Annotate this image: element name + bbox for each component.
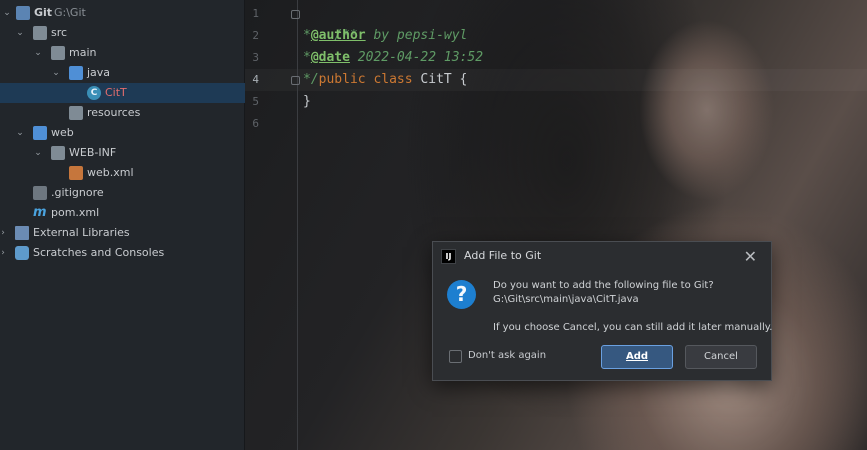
line-number-gutter: 1 2 3 4 5 6	[245, 0, 297, 450]
tree-item-main[interactable]: ⌄ main	[0, 43, 245, 63]
close-icon[interactable]: ✕	[744, 247, 757, 266]
chevron-right-icon[interactable]: ›	[0, 243, 8, 263]
fold-column	[297, 0, 298, 450]
chevron-down-icon[interactable]: ⌄	[2, 3, 12, 23]
doc-tag: @date	[310, 50, 350, 65]
dialog-file-path: G:\Git\src\main\java\CitT.java	[493, 294, 639, 305]
comment-token: *	[303, 28, 311, 43]
tree-item-label: main	[69, 46, 97, 59]
add-button-label: Add	[625, 351, 649, 362]
question-icon: ?	[447, 280, 476, 309]
tree-item-label: web	[51, 126, 74, 139]
code-line-2: *@author by pepsi-wyl	[303, 25, 467, 47]
keyword-token: class	[373, 72, 413, 87]
chevron-down-icon[interactable]: ⌄	[15, 23, 25, 43]
folder-icon	[33, 26, 47, 40]
doc-tag: @author	[310, 28, 366, 43]
code-editor[interactable]: 1 2 3 4 5 6 /** *@author by pepsi-wyl *@…	[245, 0, 867, 450]
tree-item-label: resources	[87, 106, 141, 119]
tree-item-label: Git	[34, 6, 53, 19]
cancel-button[interactable]: Cancel	[685, 345, 757, 369]
folder-icon	[51, 46, 65, 60]
web-folder-icon	[33, 126, 47, 140]
gitignore-file-icon	[33, 186, 47, 200]
tree-item-citt[interactable]: C CitT	[0, 83, 245, 103]
source-folder-icon	[69, 66, 83, 80]
java-class-icon: C	[87, 86, 101, 100]
comment-token: by pepsi-wyl	[365, 28, 468, 43]
dialog-titlebar[interactable]: IJ Add File to Git ✕	[433, 242, 771, 272]
comment-token: */	[303, 72, 319, 87]
class-name-token: CitT {	[412, 72, 468, 87]
fold-marker-icon[interactable]	[291, 76, 300, 85]
dont-ask-again-checkbox[interactable]	[449, 350, 462, 363]
tree-item-resources[interactable]: resources	[0, 103, 245, 123]
dialog-title: Add File to Git	[464, 249, 542, 262]
chevron-down-icon[interactable]: ⌄	[15, 123, 25, 143]
tree-item-label: WEB-INF	[69, 146, 117, 159]
folder-icon	[51, 146, 65, 160]
tree-item-label: .gitignore	[51, 186, 104, 199]
xml-file-icon	[69, 166, 83, 180]
dialog-note: If you choose Cancel, you can still add …	[493, 322, 773, 333]
chevron-down-icon[interactable]: ⌄	[33, 43, 43, 63]
tree-item-path: G:\Git	[54, 6, 86, 19]
tree-item-web-xml[interactable]: web.xml	[0, 163, 245, 183]
tree-item-pom-xml[interactable]: m pom.xml	[0, 203, 245, 223]
tree-item-label: web.xml	[87, 166, 134, 179]
tree-item-external-libraries[interactable]: › External Libraries	[0, 223, 245, 243]
tree-item-label: java	[87, 66, 111, 79]
dont-ask-again-label[interactable]: Don't ask again	[468, 350, 546, 361]
maven-icon: m	[33, 205, 47, 220]
tree-item-label: CitT	[105, 86, 127, 99]
module-icon	[16, 6, 30, 20]
dialog-question: Do you want to add the following file to…	[493, 280, 714, 291]
keyword-token: public	[318, 72, 366, 87]
line-number: 1	[252, 7, 259, 20]
comment-token: *	[303, 50, 311, 65]
intellij-icon: IJ	[441, 249, 456, 264]
tree-item-web[interactable]: ⌄ web	[0, 123, 245, 143]
project-panel: ⌄ Git G:\Git ⌄ src ⌄ main ⌄ java C CitT …	[0, 0, 245, 450]
line-number: 3	[252, 51, 259, 64]
tree-item-label: Scratches and Consoles	[33, 246, 165, 259]
tree-item-src[interactable]: ⌄ src	[0, 23, 245, 43]
brace-token: }	[303, 94, 311, 109]
tree-item-label: pom.xml	[51, 206, 100, 219]
fold-marker-icon[interactable]	[291, 10, 300, 19]
tree-item-label: src	[51, 26, 68, 39]
line-number: 4	[252, 73, 259, 86]
code-line-5: }	[303, 91, 311, 113]
tree-item-git-root[interactable]: ⌄ Git G:\Git	[0, 3, 245, 23]
tree-item-web-inf[interactable]: ⌄ WEB-INF	[0, 143, 245, 163]
scratches-icon	[15, 246, 29, 260]
add-file-to-git-dialog: IJ Add File to Git ✕ ? Do you want to ad…	[432, 241, 772, 381]
chevron-down-icon[interactable]: ⌄	[51, 63, 61, 83]
tree-item-scratches[interactable]: › Scratches and Consoles	[0, 243, 245, 263]
tree-item-label: External Libraries	[33, 226, 130, 239]
tree-item-java[interactable]: ⌄ java	[0, 63, 245, 83]
line-number: 6	[252, 117, 259, 130]
code-line-3: *@date 2022-04-22 13:52	[303, 47, 483, 69]
code-line-4: */public class CitT {	[303, 69, 467, 91]
add-button[interactable]: Add	[601, 345, 673, 369]
chevron-right-icon[interactable]: ›	[0, 223, 8, 243]
comment-token: 2022-04-22 13:52	[349, 50, 484, 65]
tree-item-gitignore[interactable]: .gitignore	[0, 183, 245, 203]
line-number: 2	[252, 29, 259, 42]
line-number: 5	[252, 95, 259, 108]
library-icon	[15, 226, 29, 240]
resources-folder-icon	[69, 106, 83, 120]
chevron-down-icon[interactable]: ⌄	[33, 143, 43, 163]
